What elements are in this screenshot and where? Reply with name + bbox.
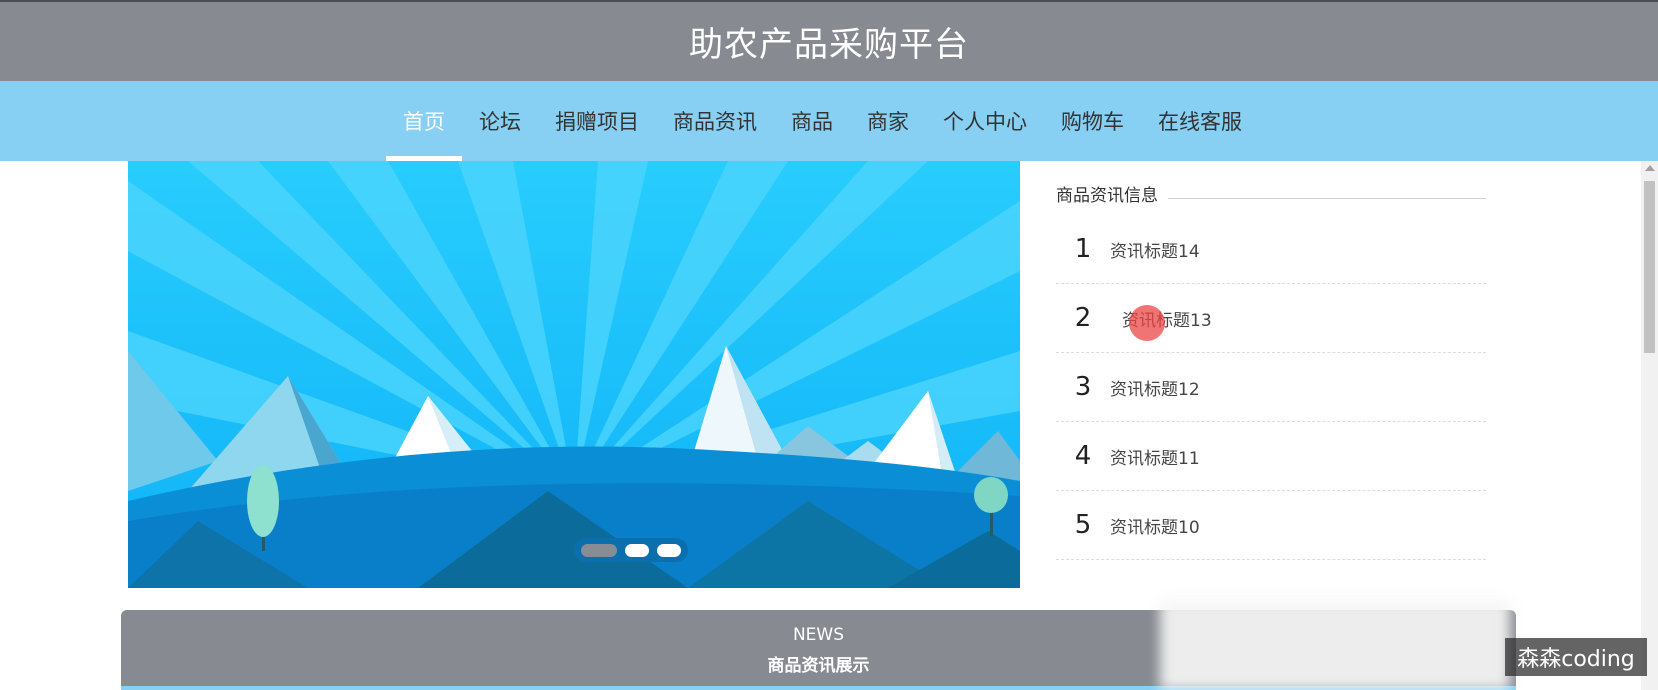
sidebar-title: 商品资讯信息: [1056, 181, 1486, 207]
news-rank: 2: [1074, 303, 1092, 333]
carousel-dot-3[interactable]: [657, 543, 681, 557]
carousel-dot-2[interactable]: [625, 543, 649, 557]
news-rank: 3: [1074, 372, 1092, 402]
scroll-up-arrow-icon[interactable]: [1645, 165, 1655, 171]
title-divider: [1168, 198, 1486, 199]
mouse-cursor-indicator: [1129, 305, 1165, 341]
nav-item-donation[interactable]: 捐赠项目: [538, 81, 656, 161]
news-list-item[interactable]: 5 资讯标题10: [1056, 491, 1486, 560]
news-sidebar: 商品资讯信息 1 资讯标题14 2 资讯标题13 3 资讯标题12 4 资讯标题…: [1056, 181, 1486, 560]
sidebar-title-text: 商品资讯信息: [1056, 186, 1158, 206]
carousel-indicators: [574, 538, 688, 562]
nav-item-merchants[interactable]: 商家: [850, 81, 926, 161]
news-title-link[interactable]: 资讯标题10: [1110, 513, 1200, 538]
news-list-item[interactable]: 2 资讯标题13: [1056, 284, 1486, 353]
news-rank: 1: [1074, 234, 1092, 264]
nav-items: 首页 论坛 捐赠项目 商品资讯 商品 商家 个人中心 购物车 在线客服: [386, 81, 1259, 161]
news-list-item[interactable]: 1 资讯标题14: [1056, 215, 1486, 284]
news-title-link[interactable]: 资讯标题12: [1110, 375, 1200, 400]
nav-item-customer-service[interactable]: 在线客服: [1141, 81, 1259, 161]
banner-image: [128, 161, 1020, 588]
blurred-overlay: [1160, 600, 1510, 690]
page-scrollbar[interactable]: [1641, 161, 1658, 690]
site-title: 助农产品采购平台: [689, 25, 969, 65]
nav-item-product-news[interactable]: 商品资讯: [656, 81, 774, 161]
news-list: 1 资讯标题14 2 资讯标题13 3 资讯标题12 4 资讯标题11 5 资讯…: [1056, 215, 1486, 560]
main-nav: 首页 论坛 捐赠项目 商品资讯 商品 商家 个人中心 购物车 在线客服: [0, 81, 1658, 161]
news-list-item[interactable]: 3 资讯标题12: [1056, 353, 1486, 422]
nav-item-products[interactable]: 商品: [774, 81, 850, 161]
nav-item-cart[interactable]: 购物车: [1044, 81, 1141, 161]
nav-item-forum[interactable]: 论坛: [462, 81, 538, 161]
banner-carousel[interactable]: [128, 161, 1020, 588]
scrollbar-thumb[interactable]: [1644, 181, 1655, 353]
site-header: 助农产品采购平台: [0, 2, 1658, 81]
nav-item-personal-center[interactable]: 个人中心: [926, 81, 1044, 161]
news-title-link[interactable]: 资讯标题14: [1110, 237, 1200, 262]
news-rank: 4: [1074, 441, 1092, 471]
nav-item-home[interactable]: 首页: [386, 81, 462, 161]
news-rank: 5: [1074, 510, 1092, 540]
carousel-dot-1[interactable]: [581, 543, 617, 557]
news-title-link[interactable]: 资讯标题11: [1110, 444, 1200, 469]
news-list-item[interactable]: 4 资讯标题11: [1056, 422, 1486, 491]
watermark: 森森coding: [1505, 638, 1647, 676]
